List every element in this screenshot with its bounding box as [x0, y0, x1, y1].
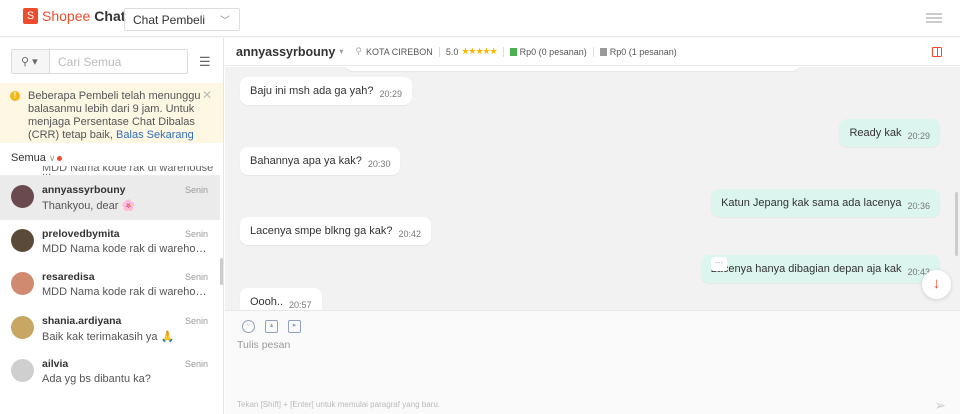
paid-orders: Rp0 (0 pesanan)	[519, 46, 587, 57]
sent-message: Lacenya hanya dibagian depan aja kak 20:4…	[700, 255, 940, 283]
conversation-preview: Ada yg bs dibantu ka?	[42, 373, 151, 385]
message-time: 20:42	[398, 229, 422, 239]
conversation-item[interactable]: annyassyrbouny Senin Thankyou, dear 🌸	[0, 176, 220, 220]
unpaid-order-icon	[599, 47, 607, 56]
chat-header: annyassyrbouny ▾ ⚲ KOTA CIREBON 5.0 ★★★★…	[225, 38, 960, 66]
image-icon[interactable]: ▴	[265, 320, 278, 333]
conversation-time: Senin	[184, 315, 208, 326]
message-time: 20:29	[907, 131, 930, 141]
received-message: Baju ini msh ada ga yah? 20:29	[240, 77, 413, 105]
chat-type-value: Chat Pembeli	[133, 13, 206, 27]
divider	[502, 46, 504, 57]
chevron-down-icon: ∨	[48, 153, 56, 163]
sent-message: Ready kak 20:29	[839, 119, 940, 147]
filter-dropdown[interactable]: Semua ∨	[11, 152, 62, 164]
menu-icon[interactable]	[926, 13, 942, 23]
conversation-time: Senin	[184, 359, 208, 369]
conversation-preview: Baik kak terimakasih ya 🙏	[42, 330, 175, 343]
list-item-partial[interactable]: MDD Nama kode rak di warehouse ...	[0, 166, 220, 176]
reply-now-link[interactable]: Balas Sekarang	[116, 129, 194, 141]
message-time: 20:30	[367, 159, 391, 169]
message-input[interactable]	[237, 339, 937, 379]
conversation-list: MDD Nama kode rak di warehouse ... annya…	[0, 166, 220, 394]
received-message: Lacenya smpe blkng ga kak? 20:42	[240, 217, 432, 245]
conversation-time: Senin	[184, 185, 208, 195]
caret-down-icon[interactable]: ▾	[339, 47, 343, 56]
sent-message: Katun Jepang kak sama ada lacenya 20:36	[711, 189, 940, 217]
buyer-rating: 5.0	[445, 46, 459, 57]
message-text: Ready kak	[849, 127, 902, 139]
shopee-chat-logo: S Shopee Chat	[23, 8, 125, 24]
message-time: 20:36	[907, 201, 930, 211]
rating-stars: ★★★★★	[461, 46, 497, 56]
top-bar: S Shopee Chat Chat Pembeli ﹀	[0, 0, 960, 37]
received-message: Bahannya apa ya kak? 20:30	[240, 147, 401, 175]
unpaid-orders: Rp0 (1 pesanan)	[609, 46, 677, 57]
divider	[592, 46, 594, 57]
conversation-preview: MDD Nama kode rak di warehouse ...	[42, 286, 210, 298]
avatar	[11, 359, 34, 382]
close-icon[interactable]: ✕	[202, 89, 212, 102]
unread-dot	[56, 155, 62, 161]
multi-select-icon[interactable]: ☰	[199, 54, 211, 70]
conversation-name: shania.ardiyana	[42, 314, 122, 327]
side-panel-toggle-icon[interactable]	[932, 47, 942, 57]
message-scrollbar[interactable]	[955, 192, 958, 256]
message-text: Oooh..	[250, 296, 284, 308]
conversation-preview: MDD Nama kode rak di warehouse ...	[42, 166, 214, 176]
composer-hint: Tekan [Shift] + [Enter] untuk memulai pa…	[237, 400, 440, 409]
location-icon: ⚲	[355, 46, 362, 56]
received-message: Oooh.. 20:57	[240, 288, 322, 310]
buyer-location: KOTA CIREBON	[365, 46, 433, 57]
conversation-name: annyassyrbouny	[42, 184, 126, 196]
conversation-item[interactable]: resaredisa Senin MDD Nama kode rak di wa…	[0, 263, 220, 307]
logo-product: Chat	[94, 8, 126, 24]
conversation-name: resaredisa	[42, 271, 95, 283]
conversation-item[interactable]: prelovedbymita Senin MDD Nama kode rak d…	[0, 220, 220, 264]
avatar	[11, 228, 34, 252]
conversation-time: Senin	[184, 272, 208, 282]
message-text: Baju ini msh ada ga yah?	[250, 85, 374, 97]
chat-username[interactable]: annyassyrbouny	[236, 45, 335, 59]
chevron-down-icon: ﹀	[220, 16, 230, 27]
video-icon[interactable]: ▸	[288, 320, 301, 333]
search-scope-dropdown[interactable]: ⚲ ▾	[12, 50, 50, 73]
search-icon: ⚲	[21, 56, 30, 68]
sidebar-scrollbar[interactable]	[220, 258, 223, 285]
message-time: 20:57	[289, 300, 312, 310]
message-area: Baju ini msh ada ga yah? 20:29 Ready kak 20…	[225, 67, 960, 310]
divider	[438, 46, 440, 57]
emoji-icon[interactable]: ᵕ	[242, 320, 255, 333]
message-text: Lacenya hanya dibagian depan aja kak	[710, 263, 902, 275]
conversation-preview: Thankyou, dear 🌸	[42, 200, 136, 212]
conversation-item[interactable]: shania.ardiyana Senin Baik kak terimakas…	[0, 307, 220, 351]
message-text: Katun Jepang kak sama ada lacenya	[721, 197, 902, 209]
send-icon[interactable]: ➢	[934, 397, 946, 414]
logo-brand: Shopee	[42, 8, 91, 24]
message-text: Bahannya apa ya kak?	[250, 155, 362, 167]
avatar	[11, 315, 34, 339]
more-options-icon[interactable]: ···	[711, 257, 727, 271]
message-time: 20:29	[379, 89, 403, 99]
conversation-time: Senin	[184, 228, 208, 239]
conversation-sidebar: ⚲ ▾ ☰ ! Beberapa Pembeli telah menunggu …	[0, 38, 224, 414]
chat-type-select[interactable]: Chat Pembeli ﹀	[124, 8, 240, 31]
message-text: Lacenya smpe blkng ga kak?	[250, 225, 393, 237]
warning-icon: !	[10, 91, 20, 101]
conversation-name: prelovedbymita	[42, 227, 120, 240]
search-box: ⚲ ▾	[11, 49, 188, 74]
search-input[interactable]	[50, 50, 180, 73]
shopee-bag-icon: S	[23, 8, 38, 24]
crr-notice: ! Beberapa Pembeli telah menunggu balasa…	[0, 83, 223, 143]
avatar	[11, 185, 34, 208]
conversation-item[interactable]: ailvia Senin Ada yg bs dibantu ka?	[0, 350, 220, 394]
composer: ᵕ ▴ ▸ Tekan [Shift] + [Enter] untuk memu…	[225, 310, 960, 414]
conversation-name: ailvia	[42, 358, 69, 370]
avatar	[11, 272, 34, 295]
filter-label: Semua	[11, 152, 46, 164]
paid-order-icon	[509, 47, 517, 56]
scroll-down-button[interactable]: ↓	[922, 270, 951, 299]
message-bubble-partial	[345, 67, 800, 71]
conversation-preview: MDD Nama kode rak di warehouse ...	[42, 242, 210, 255]
